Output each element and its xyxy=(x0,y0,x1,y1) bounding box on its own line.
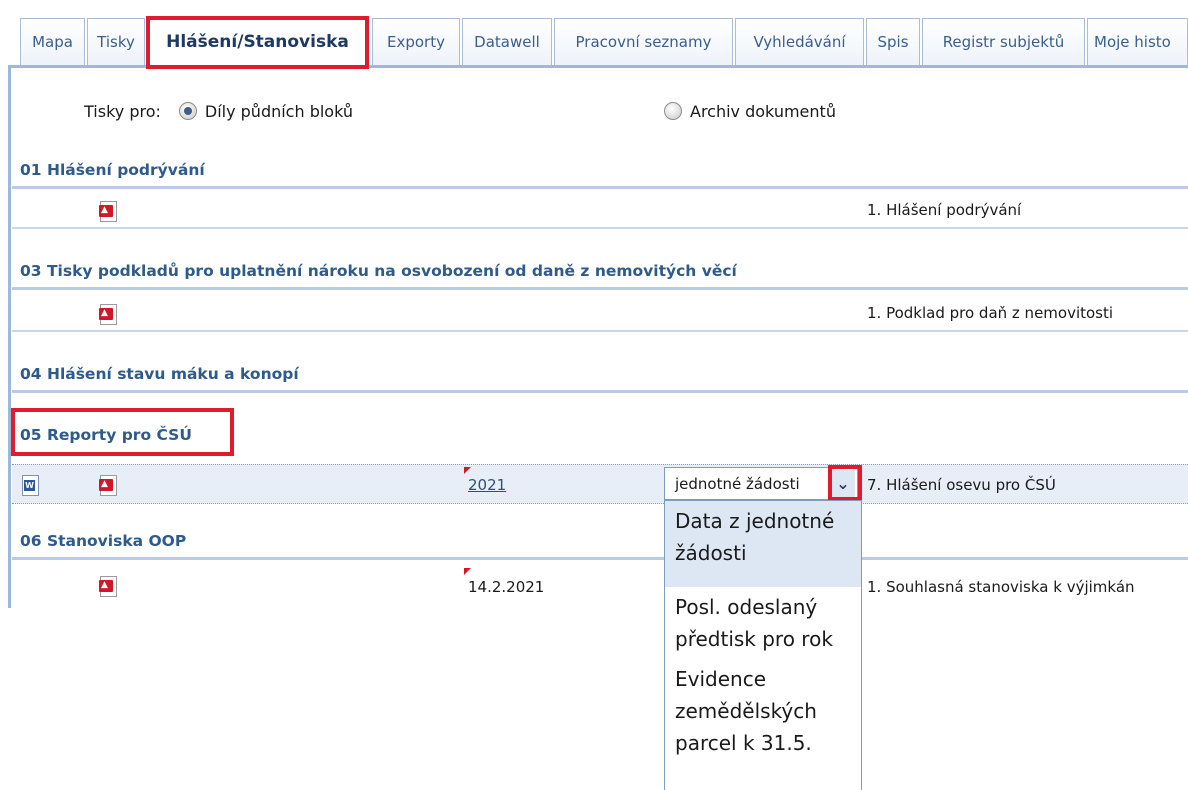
radio-dily-pudnich-bloku-label[interactable]: Díly půdních bloků xyxy=(205,102,353,121)
chevron-down-icon[interactable]: ⌄ xyxy=(831,470,855,497)
comment-marker xyxy=(464,467,471,474)
radio-archiv-dokumentu[interactable] xyxy=(664,102,682,120)
report-name: 1. Souhlasná stanoviska k výjimkán xyxy=(867,578,1135,596)
report-name: 1. Hlášení podrývání xyxy=(867,201,1022,219)
comment-marker xyxy=(464,568,471,575)
section-header-04: 04 Hlášení stavu máku a konopí xyxy=(12,357,1188,393)
tab-spis[interactable]: Spis xyxy=(866,18,920,65)
source-dropdown-list: Data z jednotné žádosti Posl. odeslaný p… xyxy=(664,500,862,790)
section-header-05: 05 Reporty pro ČSÚ xyxy=(12,415,1188,455)
tab-tisky[interactable]: Tisky xyxy=(87,18,145,65)
tab-vyhledavani[interactable]: Vyhledávání xyxy=(735,18,864,65)
tab-mapa[interactable]: Mapa xyxy=(20,18,85,65)
tab-datawell[interactable]: Datawell xyxy=(462,18,552,65)
radio-archiv-dokumentu-label[interactable]: Archiv dokumentů xyxy=(690,102,836,121)
tab-bar: Mapa Tisky Hlášení/Stanoviska Exporty Da… xyxy=(0,0,1188,70)
dropdown-option-posl-odeslany-predtisk[interactable]: Posl. odeslaný předtisk pro rok xyxy=(665,587,861,659)
tab-hlaseni-stanoviska[interactable]: Hlášení/Stanoviska xyxy=(149,18,366,65)
pdf-icon[interactable] xyxy=(99,304,117,325)
section-title: 05 Reporty pro ČSÚ xyxy=(20,426,192,444)
content-frame-border xyxy=(8,68,11,608)
section-title: 04 Hlášení stavu máku a konopí xyxy=(20,364,299,383)
table-row-selected: 2021 7. Hlášení osevu pro ČSÚ xyxy=(12,464,1188,504)
section-header-01: 01 Hlášení podrývání xyxy=(12,153,1188,189)
report-name: 7. Hlášení osevu pro ČSÚ xyxy=(867,476,1056,494)
section-title: 03 Tisky podkladů pro uplatnění nároku n… xyxy=(20,261,737,280)
pdf-icon[interactable] xyxy=(99,475,117,496)
table-row: 14.2.2021 1. Souhlasná stanoviska k výji… xyxy=(12,566,1188,608)
dropdown-option-data-z-jednotne-zadosti[interactable]: Data z jednotné žádosti xyxy=(665,501,861,587)
tab-registr-subjektu[interactable]: Registr subjektů xyxy=(922,18,1085,65)
print-for-row: Tisky pro: Díly půdních bloků xyxy=(84,96,353,126)
section-title: 06 Stanoviska OOP xyxy=(20,531,187,550)
table-row: 1. Hlášení podrývání xyxy=(12,193,1188,229)
archive-option-row: Archiv dokumentů xyxy=(664,96,836,126)
date-text: 14.2.2021 xyxy=(468,578,545,596)
print-for-label: Tisky pro: xyxy=(84,101,161,121)
source-select-value: jednotné žádosti xyxy=(675,474,800,493)
dropdown-option-evidence-zemedelskych-parcel[interactable]: Evidence zemědělských parcel k 31.5. xyxy=(665,659,861,763)
tab-pracovni-seznamy[interactable]: Pracovní seznamy xyxy=(554,18,733,65)
tab-moje-historie[interactable]: Moje histo xyxy=(1087,18,1188,65)
section-title: 01 Hlášení podrývání xyxy=(20,160,205,179)
section-header-03: 03 Tisky podkladů pro uplatnění nároku n… xyxy=(12,254,1188,290)
table-row: 1. Podklad pro daň z nemovitosti xyxy=(12,296,1188,332)
pdf-icon[interactable] xyxy=(99,201,117,222)
report-name: 1. Podklad pro daň z nemovitosti xyxy=(867,304,1114,322)
tab-exporty[interactable]: Exporty xyxy=(372,18,460,65)
pdf-icon[interactable] xyxy=(99,576,117,597)
tab-bar-underline xyxy=(8,65,1188,68)
date-link[interactable]: 2021 xyxy=(468,476,506,494)
radio-dily-pudnich-bloku[interactable] xyxy=(178,102,197,120)
word-icon[interactable] xyxy=(22,475,39,496)
source-select[interactable]: jednotné žádosti ⌄ xyxy=(664,467,858,500)
section-header-06: 06 Stanoviska OOP xyxy=(12,524,1188,560)
